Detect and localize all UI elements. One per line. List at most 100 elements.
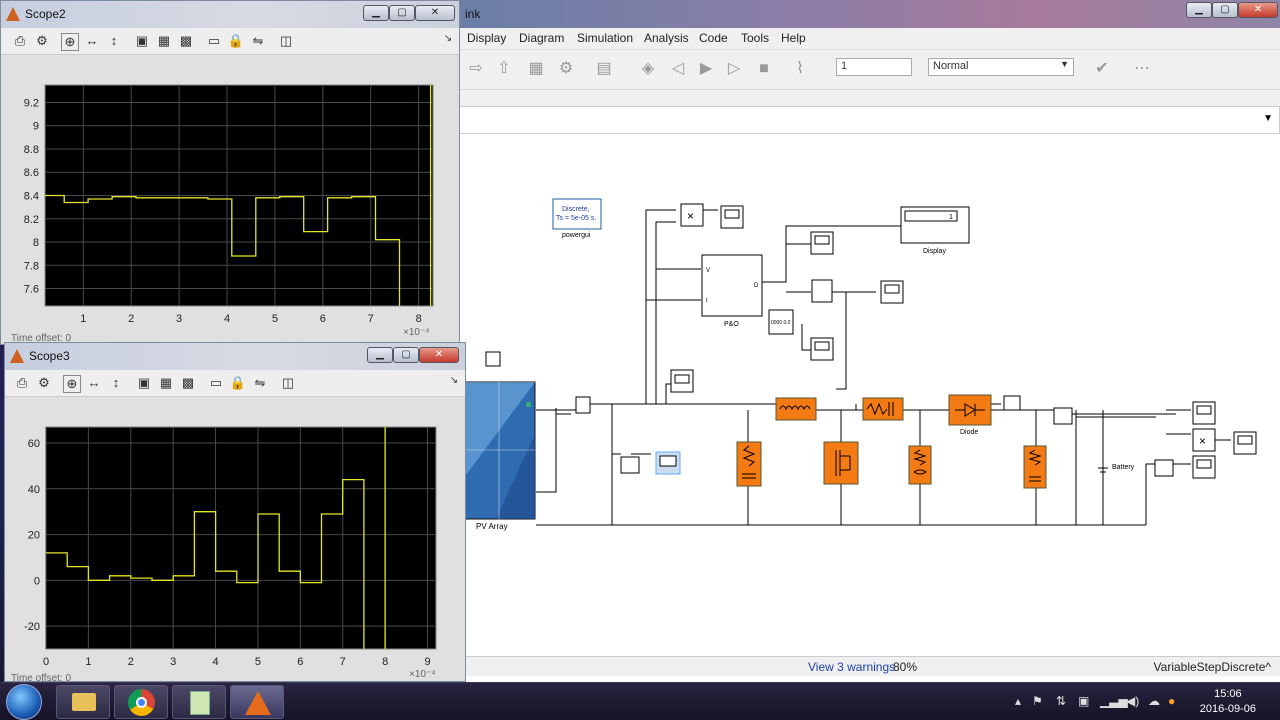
grid-icon[interactable]: ⋯ [1132, 59, 1152, 79]
restore-axes-icon[interactable]: ▩ [179, 375, 197, 391]
lock-icon[interactable]: 🔒 [227, 33, 245, 49]
scope2-window: Scope2 ▁ ▢ ✕ ⎙ ⚙ ⊕ ↔ ↕ ▣ ▦ ▩ ▭ 🔒 ⇋ ◫ ↘ 9… [0, 0, 460, 345]
float-icon[interactable]: ▭ [207, 375, 225, 391]
viewer-icon[interactable]: ◫ [279, 375, 297, 391]
autoscale-icon[interactable]: ▣ [133, 33, 151, 49]
app-tray-icon[interactable]: ● [1168, 694, 1175, 708]
viewer-icon[interactable]: ◫ [277, 33, 295, 49]
zoom-y-icon[interactable]: ↕ [105, 33, 123, 48]
signal-lines [536, 209, 1231, 526]
signal-selection-icon[interactable]: ⇋ [251, 375, 269, 391]
matlab-icon[interactable] [230, 685, 284, 719]
powergui-text-2: Ts = 5e-05 s. [556, 215, 596, 222]
restore-axes-icon[interactable]: ▩ [177, 33, 195, 49]
zoom-y-icon[interactable]: ↕ [107, 375, 125, 390]
menu-display[interactable]: Display [467, 31, 506, 45]
scope2-plot-area: 9.2 9 8.8 8.6 8.4 8.2 8 7.8 7.6 1 2 3 4 5 6 7 8 Time off… [1, 55, 459, 344]
up-icon[interactable]: ⇧ [494, 59, 514, 79]
file-explorer-icon[interactable] [56, 685, 110, 719]
scope3-window: Scope3 ▁ ▢ ✕ ⎙ ⚙ ⊕ ↔ ↕ ▣ ▦ ▩ ▭ 🔒 ⇋ ◫ ↘ 6… [4, 342, 466, 684]
network-sync-icon[interactable]: ⇅ [1056, 694, 1066, 708]
show-hidden-icons-icon[interactable]: ▴ [1015, 694, 1021, 708]
x-tick-label: 5 [272, 313, 278, 325]
menu-diagram[interactable]: Diagram [519, 31, 564, 45]
device-icon[interactable]: ▣ [1078, 694, 1089, 708]
block-diagram-canvas[interactable]: PV Array Discrete, Ts = 5e-05 s. powergu… [456, 134, 1280, 656]
volume-icon[interactable]: ◀) [1126, 694, 1139, 708]
minimize-button[interactable]: ▁ [367, 347, 393, 363]
stop-icon[interactable]: ■ [754, 59, 774, 79]
goto-block [485, 351, 501, 367]
action-center-icon[interactable]: ⚑ [1032, 694, 1043, 708]
warnings-link[interactable]: View 3 warnings [808, 660, 895, 674]
step-forward-icon[interactable]: ▷ [724, 59, 744, 79]
close-button[interactable]: ✕ [415, 5, 455, 21]
signal-selection-icon[interactable]: ⇋ [249, 33, 267, 49]
save-axes-icon[interactable]: ▦ [157, 375, 175, 391]
address-bar[interactable]: ▼ [456, 106, 1280, 134]
maximize-button[interactable]: ▢ [393, 347, 419, 363]
notepad-icon[interactable] [172, 685, 226, 719]
lock-icon[interactable]: 🔒 [229, 375, 247, 391]
step-back-icon[interactable]: ◁ [668, 59, 688, 79]
x-tick-label: 3 [170, 656, 176, 668]
chevron-down-icon: ▼ [1060, 59, 1069, 69]
maximize-button[interactable]: ▢ [1212, 2, 1238, 18]
print-icon[interactable]: ⎙ [11, 33, 29, 49]
zoom-x-icon[interactable]: ↔ [83, 33, 101, 48]
cloud-icon[interactable]: ☁ [1148, 694, 1160, 708]
close-button[interactable]: ✕ [419, 347, 459, 363]
clock[interactable]: 15:06 2016-09-06 [1200, 687, 1256, 717]
y-tick-label: 8.6 [24, 167, 39, 179]
float-icon[interactable]: ▭ [205, 33, 223, 49]
compare-block [811, 279, 833, 303]
powergui-block [552, 198, 602, 230]
plot-background [45, 426, 437, 650]
y-tick-label: 7.8 [24, 260, 39, 272]
dock-arrow-icon[interactable]: ↘ [445, 375, 463, 386]
scope-data-icon[interactable]: ⌇ [790, 59, 810, 79]
x-tick-label: 8 [382, 656, 388, 668]
menu-code[interactable]: Code [699, 31, 728, 45]
close-button[interactable]: ✕ [1238, 2, 1278, 18]
simulation-mode-select[interactable]: Normal ▼ [928, 58, 1074, 76]
minimize-button[interactable]: ▁ [363, 5, 389, 21]
print-icon[interactable]: ⎙ [13, 375, 31, 391]
scope2-chart: 9.2 9 8.8 8.6 8.4 8.2 8 7.8 7.6 1 2 3 4 5 6 7 8 [24, 84, 434, 325]
zoom-x-icon[interactable]: ↔ [85, 375, 103, 390]
autoscale-icon[interactable]: ▣ [135, 375, 153, 391]
record-icon[interactable]: ◈ [638, 59, 658, 79]
settings-gear-icon[interactable]: ⚙ [556, 59, 576, 79]
run-icon[interactable]: ▶ [696, 59, 716, 79]
minimize-button[interactable]: ▁ [1186, 2, 1212, 18]
stop-time-field[interactable]: 1 [836, 58, 912, 76]
y-tick-label: 8 [33, 237, 39, 249]
settings-gear-icon[interactable]: ⚙ [35, 375, 53, 391]
library-icon[interactable]: ▤ [594, 59, 614, 79]
zoom-in-icon[interactable]: ⊕ [61, 33, 79, 51]
x-tick-label: 8 [416, 313, 422, 325]
save-axes-icon[interactable]: ▦ [155, 33, 173, 49]
menu-tools[interactable]: Tools [741, 31, 769, 45]
menu-analysis[interactable]: Analysis [644, 31, 689, 45]
mppt-label: P&O [724, 321, 739, 328]
menu-help[interactable]: Help [781, 31, 806, 45]
settings-gear-icon[interactable]: ⚙ [33, 33, 51, 49]
scope2-title: Scope2 [25, 7, 66, 21]
dock-arrow-icon[interactable]: ↘ [439, 33, 457, 44]
status-bar: View 3 warnings 80% VariableStepDiscrete… [456, 656, 1280, 676]
y-tick-label: 8.8 [24, 144, 39, 156]
maximize-button[interactable]: ▢ [389, 5, 415, 21]
chevron-down-icon[interactable]: ▼ [1263, 113, 1273, 124]
forward-icon[interactable]: ⇨ [466, 59, 486, 79]
zoom-in-icon[interactable]: ⊕ [63, 375, 81, 393]
start-button[interactable] [6, 684, 42, 720]
matlab-logo-icon [6, 7, 20, 21]
chrome-icon[interactable] [114, 685, 168, 719]
menu-simulation[interactable]: Simulation [577, 31, 633, 45]
taskbar: ▴ ⚑ ⇅ ▣ ▁▃▅ ◀) ☁ ● 15:06 2016-09-06 [0, 682, 1280, 720]
solver-name[interactable]: VariableStepDiscrete^ [1154, 660, 1271, 674]
signal-strength-icon[interactable]: ▁▃▅ [1100, 694, 1128, 708]
model-browser-icon[interactable]: ▦ [526, 59, 546, 79]
check-icon[interactable]: ✔ [1092, 59, 1112, 79]
